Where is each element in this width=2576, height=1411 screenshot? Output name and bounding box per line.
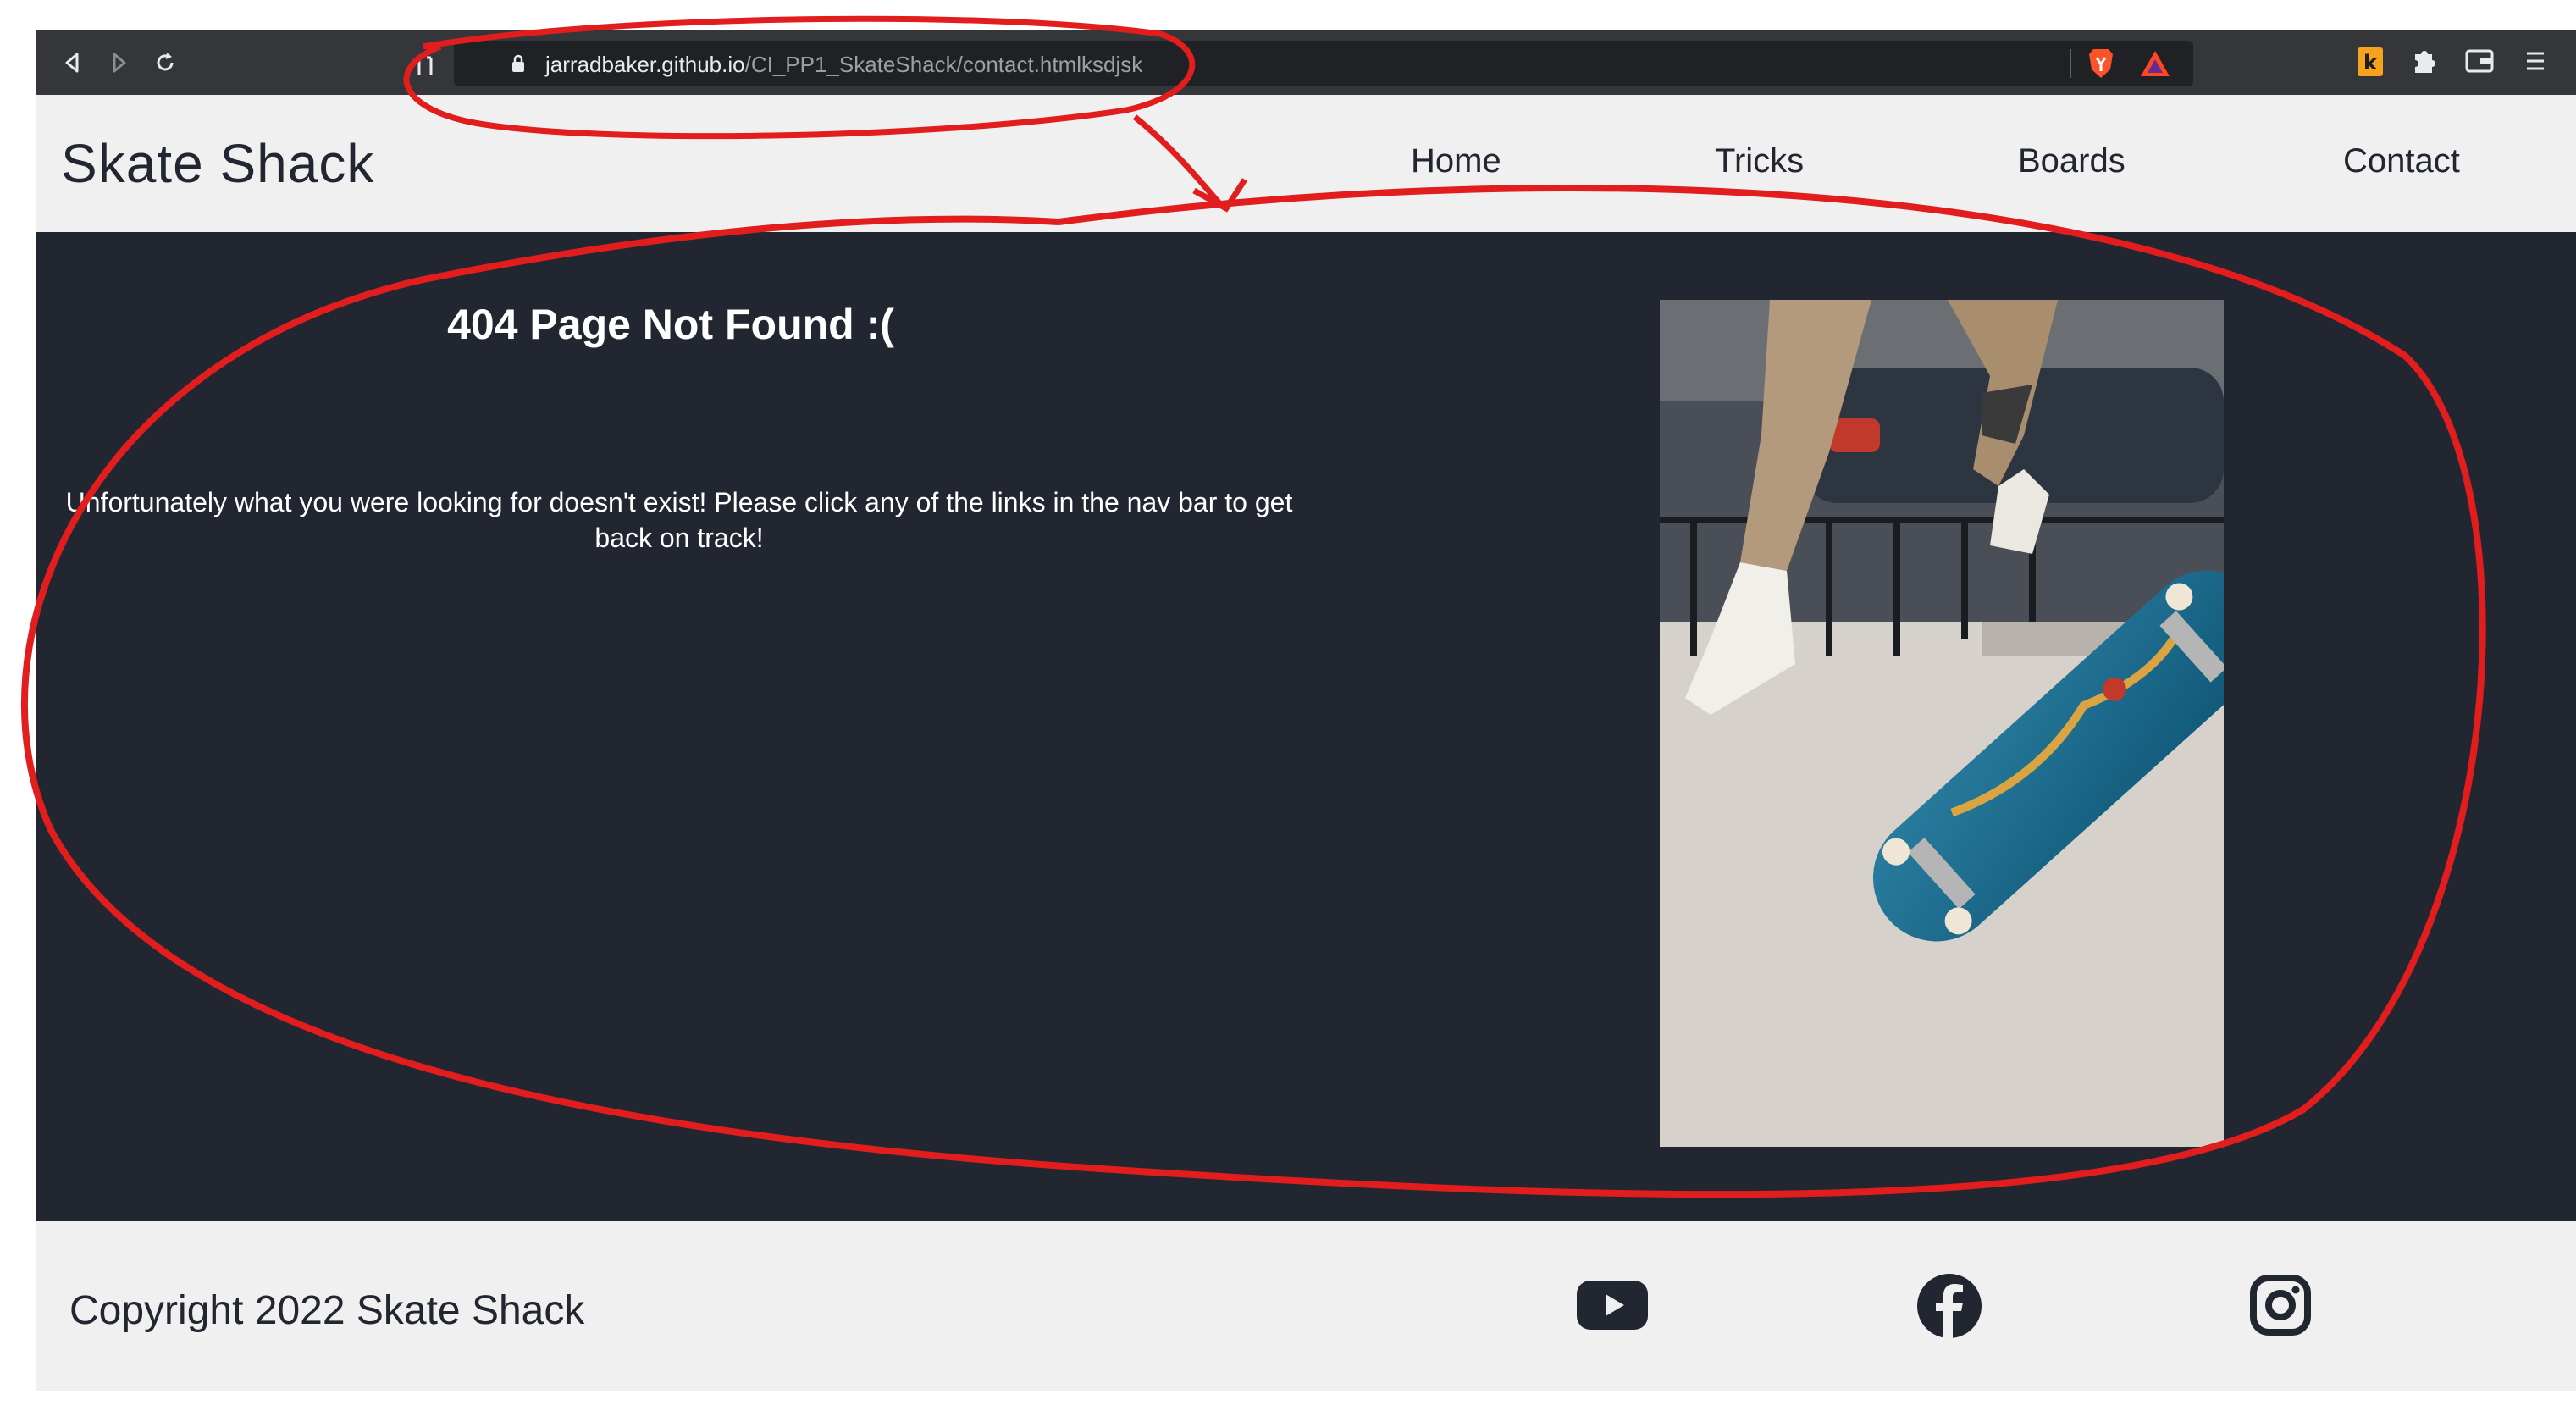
address-bar-divider bbox=[2070, 49, 2071, 78]
bookmark-icon[interactable] bbox=[417, 56, 434, 76]
back-button[interactable] bbox=[56, 47, 88, 79]
brave-rewards-icon[interactable] bbox=[2139, 49, 2171, 78]
address-bar[interactable]: jarradbaker.github.io/CI_PP1_SkateShack/… bbox=[417, 41, 2193, 86]
extensions-puzzle-icon[interactable] bbox=[2410, 46, 2439, 76]
extension-k-icon[interactable]: k bbox=[2356, 46, 2385, 78]
nav-boards[interactable]: Boards bbox=[2018, 142, 2125, 180]
reload-button[interactable] bbox=[149, 47, 181, 79]
lock-icon[interactable] bbox=[510, 53, 527, 74]
main-content: 404 Page Not Found :( Unfortunately what… bbox=[36, 232, 2576, 1221]
instagram-link[interactable] bbox=[2249, 1274, 2312, 1341]
page-title: 404 Page Not Found :( bbox=[447, 301, 894, 348]
reload-icon bbox=[157, 53, 174, 71]
svg-text:k: k bbox=[2363, 51, 2378, 75]
forward-arrow-icon bbox=[113, 53, 126, 73]
youtube-icon bbox=[1577, 1281, 1648, 1330]
site-header: Skate Shack Home Tricks Boards Contact bbox=[36, 95, 2576, 232]
facebook-link[interactable] bbox=[1915, 1272, 1983, 1344]
site-logo[interactable]: Skate Shack bbox=[61, 132, 374, 195]
skateboard-photo bbox=[1660, 300, 2224, 1147]
forward-button[interactable] bbox=[103, 47, 135, 79]
error-message: Unfortunately what you were looking for … bbox=[65, 487, 1293, 553]
menu-icon[interactable] bbox=[2523, 46, 2547, 76]
youtube-link[interactable] bbox=[1575, 1277, 1650, 1337]
browser-toolbar: jarradbaker.github.io/CI_PP1_SkateShack/… bbox=[36, 30, 2576, 95]
instagram-icon bbox=[2250, 1275, 2311, 1336]
url-path: /CI_PP1_SkateShack/contact.htmlksdjsk bbox=[744, 52, 1143, 77]
nav-contact[interactable]: Contact bbox=[2343, 142, 2460, 180]
brave-shields-icon[interactable] bbox=[2087, 47, 2115, 80]
copyright-text: Copyright 2022 Skate Shack bbox=[69, 1288, 585, 1333]
facebook-icon bbox=[1917, 1274, 1982, 1338]
nav-home[interactable]: Home bbox=[1411, 142, 1501, 180]
url-text[interactable]: jarradbaker.github.io/CI_PP1_SkateShack/… bbox=[545, 52, 1142, 78]
nav-tricks[interactable]: Tricks bbox=[1715, 142, 1804, 180]
url-host: jarradbaker.github.io bbox=[545, 52, 745, 77]
back-arrow-icon bbox=[65, 53, 79, 73]
wallet-icon[interactable] bbox=[2464, 46, 2495, 76]
site-footer: Copyright 2022 Skate Shack bbox=[36, 1221, 2576, 1391]
